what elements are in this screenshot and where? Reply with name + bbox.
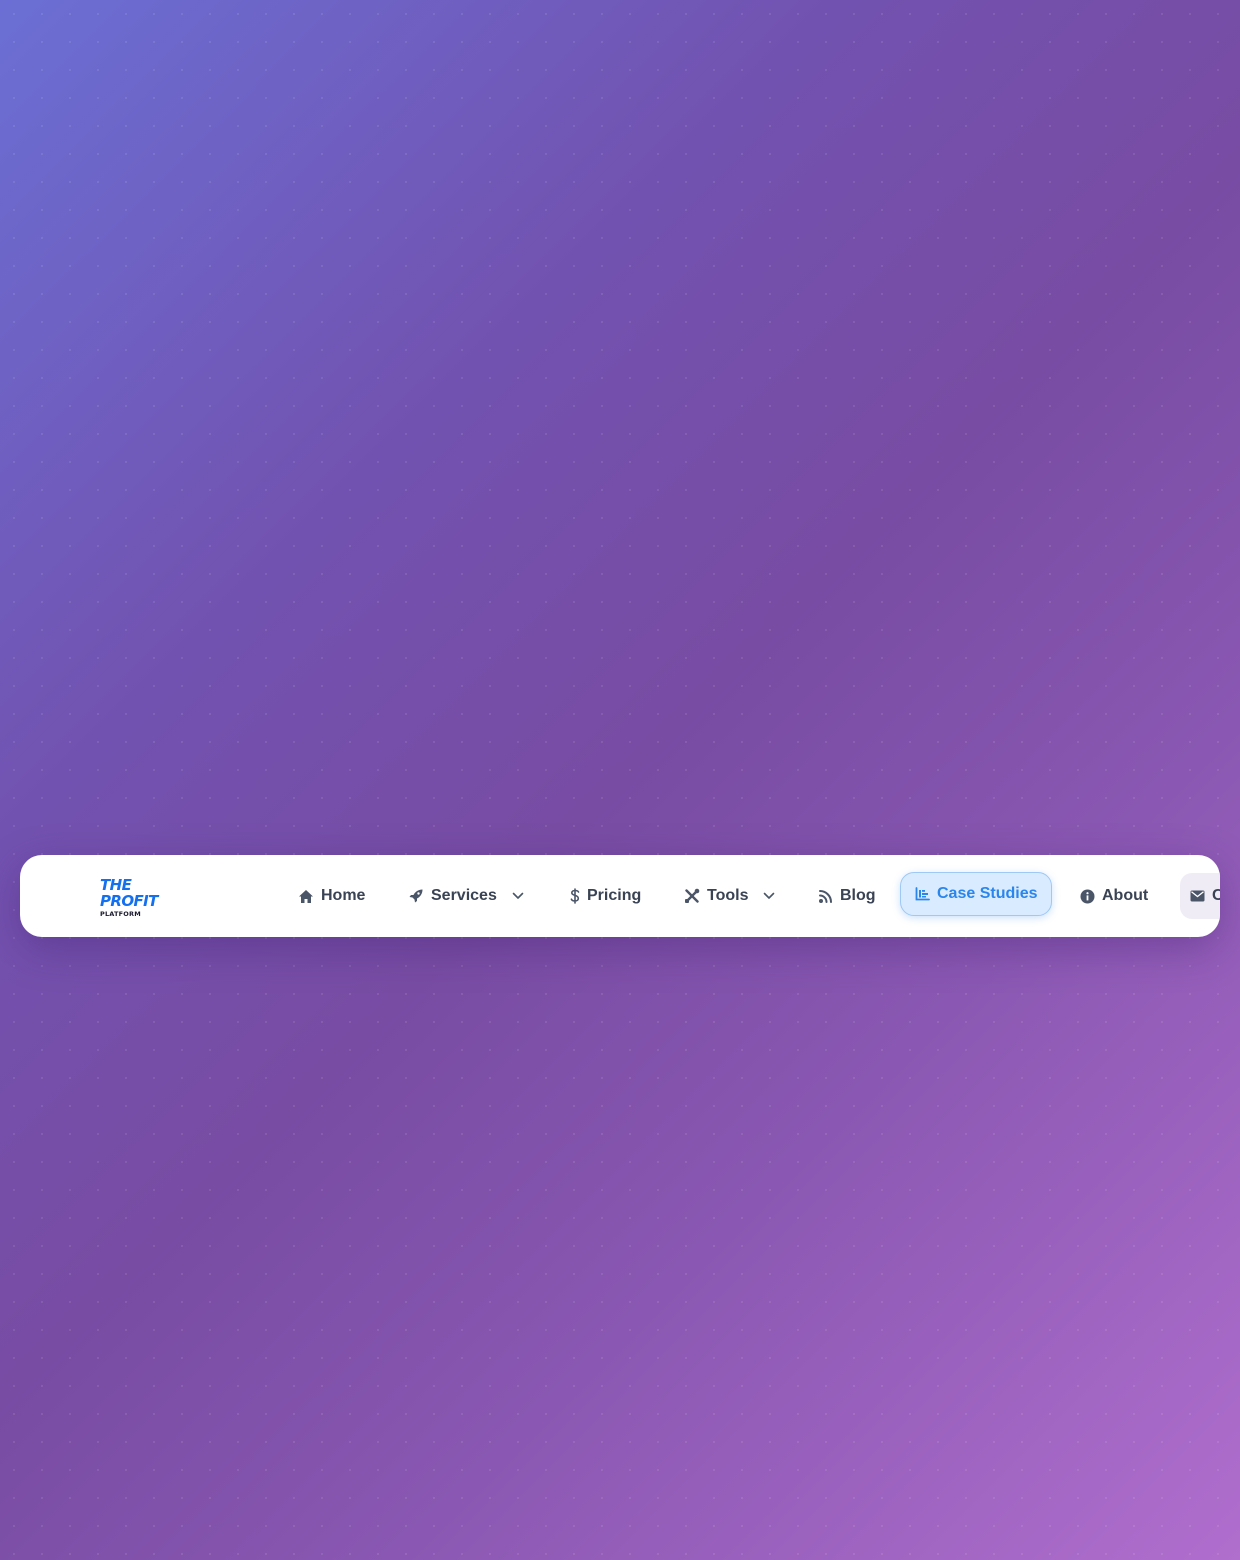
dollar-icon [570, 888, 580, 904]
nav-label-contact: Con [1212, 887, 1220, 904]
nav-label-pricing: Pricing [587, 887, 642, 904]
nav-item-about[interactable]: About [1080, 873, 1148, 919]
logo-line-profit: PROFIT [100, 892, 158, 910]
main-nav: Home Services Pricing Tools Blog Case St… [284, 872, 1220, 919]
nav-label-about: About [1102, 887, 1149, 904]
info-icon [1080, 889, 1095, 903]
navbar: THE PROFIT PLATFORM Home Services Pricin… [20, 855, 1220, 937]
nav-item-blog[interactable]: Blog [818, 873, 876, 919]
chart-icon [915, 887, 930, 901]
logo[interactable]: THE PROFIT PLATFORM [100, 878, 180, 918]
nav-label-blog: Blog [840, 887, 876, 904]
nav-label-tools: Tools [707, 887, 749, 904]
nav-item-case-studies[interactable]: Case Studies [900, 872, 1053, 916]
nav-item-services[interactable]: Services [408, 873, 524, 919]
home-icon [299, 889, 313, 903]
nav-item-tools[interactable]: Tools [684, 873, 775, 919]
tools-icon [685, 888, 700, 903]
nav-label-case-studies: Case Studies [937, 885, 1038, 902]
nav-item-pricing[interactable]: Pricing [570, 873, 641, 919]
nav-item-contact[interactable]: Con [1180, 873, 1220, 919]
blog-icon [819, 889, 832, 903]
chevron-down-icon[interactable] [512, 892, 524, 900]
nav-label-home: Home [321, 887, 366, 904]
background-pattern [0, 0, 1240, 1560]
rocket-icon [409, 889, 423, 903]
chevron-down-icon[interactable] [763, 892, 775, 900]
nav-item-home[interactable]: Home [298, 873, 365, 919]
logo-line-platform: PLATFORM [100, 910, 141, 918]
mail-icon [1190, 890, 1205, 902]
nav-label-services: Services [431, 887, 497, 904]
